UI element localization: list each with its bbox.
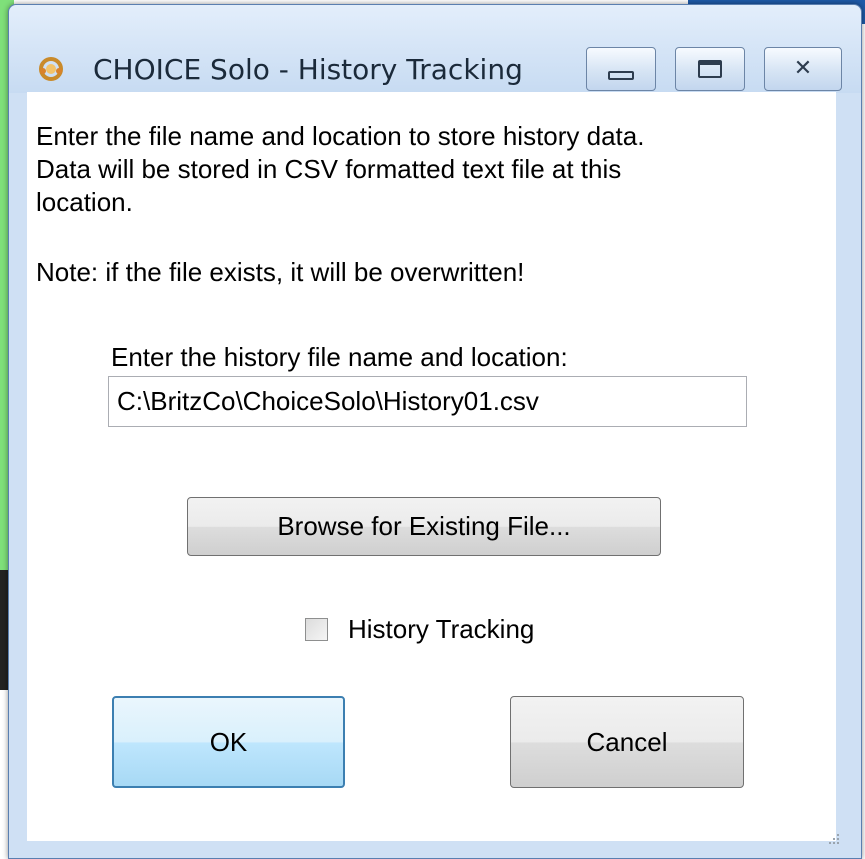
intro-line: Data will be stored in CSV formatted tex… bbox=[36, 154, 622, 184]
overwrite-note: Note: if the file exists, it will be ove… bbox=[36, 257, 525, 287]
history-tracking-checkbox[interactable] bbox=[305, 618, 328, 641]
history-tracking-label[interactable]: History Tracking bbox=[348, 614, 534, 645]
title-bar[interactable]: CHOICE Solo - History Tracking ✕ bbox=[9, 5, 861, 93]
maximize-button[interactable] bbox=[675, 47, 745, 91]
cancel-button[interactable]: Cancel bbox=[510, 696, 744, 788]
window-title: CHOICE Solo - History Tracking bbox=[93, 53, 523, 86]
history-file-input[interactable] bbox=[108, 376, 747, 427]
minimize-icon bbox=[608, 70, 634, 80]
ok-button[interactable]: OK bbox=[112, 696, 345, 788]
close-icon: ✕ bbox=[793, 56, 813, 81]
intro-line: Enter the file name and location to stor… bbox=[36, 121, 645, 151]
history-tracking-option[interactable]: History Tracking bbox=[305, 614, 534, 645]
history-file-label: Enter the history file name and location… bbox=[111, 342, 568, 372]
close-button[interactable]: ✕ bbox=[764, 47, 842, 91]
intro-line: location. bbox=[36, 187, 133, 217]
browse-button[interactable]: Browse for Existing File... bbox=[187, 497, 661, 556]
resize-grip-icon[interactable] bbox=[823, 828, 841, 846]
minimize-button[interactable] bbox=[586, 47, 656, 91]
maximize-icon bbox=[698, 60, 722, 78]
choice-app-icon bbox=[39, 57, 63, 81]
intro-text: Enter the file name and location to stor… bbox=[36, 120, 736, 219]
